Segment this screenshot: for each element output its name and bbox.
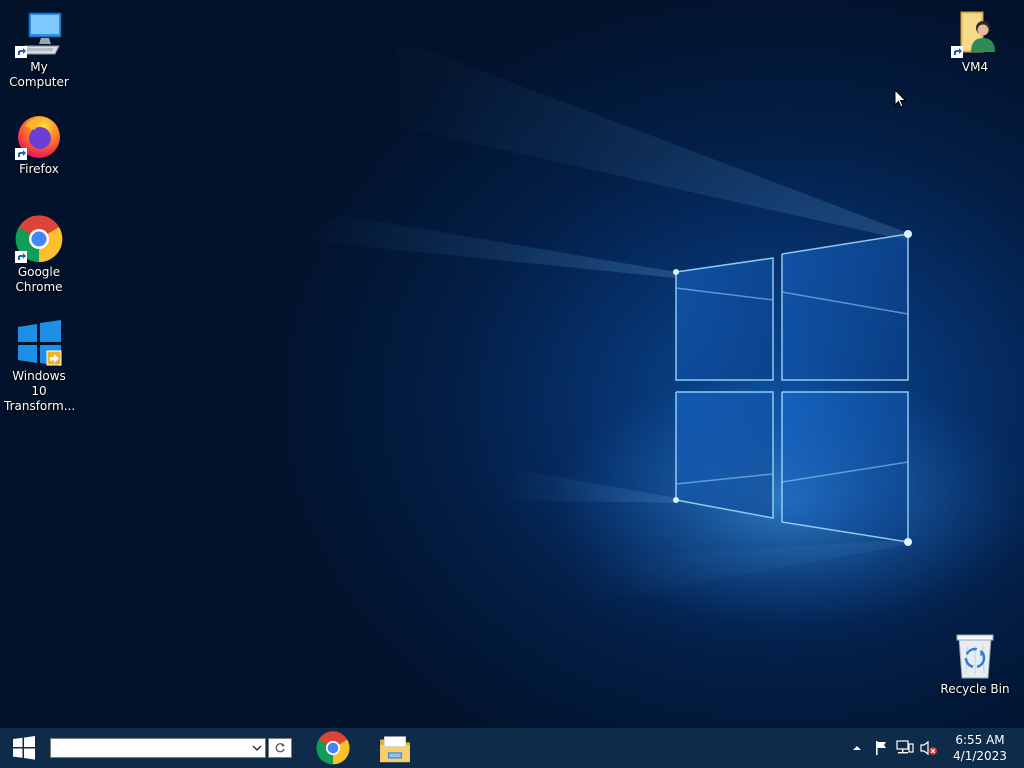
network-button[interactable] (896, 740, 914, 756)
clock-date: 4/1/2023 (953, 749, 1007, 763)
desktop-icon-label: Google Chrome (15, 265, 63, 294)
shortcut-arrow-icon (15, 148, 27, 160)
desktop-icon-my-computer[interactable]: My Computer (0, 10, 78, 90)
system-tray: 6:55 AM 4/1/2023 (0, 728, 1024, 768)
firefox-icon (15, 112, 63, 160)
shortcut-arrow-icon (15, 46, 27, 58)
mouse-pointer-icon (894, 89, 907, 108)
desktop-icon-label: Recycle Bin (940, 682, 1010, 696)
computer-icon (15, 10, 63, 58)
action-center-flag-button[interactable] (872, 740, 890, 756)
desktop-icon-google-chrome[interactable]: Google Chrome (0, 215, 78, 295)
recycle-bin-icon (951, 632, 999, 680)
windows-wallpaper (300, 40, 1024, 630)
desktop-icon-label: Windows 10 Transform... (4, 369, 76, 413)
desktop-icon-recycle-bin[interactable]: Recycle Bin (936, 632, 1014, 697)
shortcut-arrow-icon (951, 46, 963, 58)
taskbar: 6:55 AM 4/1/2023 (0, 728, 1024, 768)
network-icon (896, 740, 914, 754)
flag-icon (876, 741, 886, 755)
shortcut-arrow-icon (15, 251, 27, 263)
chrome-icon (15, 215, 63, 263)
desktop-icon-label: VM4 (961, 60, 989, 74)
desktop-icon-windows-10-transform[interactable]: Windows 10 Transform... (0, 319, 78, 414)
desktop-icon-firefox[interactable]: Firefox (0, 112, 78, 177)
desktop-icon-label: Firefox (19, 162, 59, 176)
taskbar-clock[interactable]: 6:55 AM 4/1/2023 (942, 732, 1018, 764)
windows-transform-icon (15, 319, 63, 367)
volume-muted-icon (920, 740, 937, 756)
desktop[interactable]: My Computer Firefox Google Chrome Window… (0, 0, 1024, 728)
user-folder-icon (951, 10, 999, 58)
desktop-icon-vm4[interactable]: VM4 (936, 10, 1014, 75)
chevron-up-icon (853, 746, 861, 750)
clock-time: 6:55 AM (955, 733, 1005, 747)
volume-button[interactable] (920, 740, 938, 756)
show-hidden-icons-button[interactable] (848, 740, 866, 756)
desktop-icon-label: My Computer (9, 60, 69, 89)
